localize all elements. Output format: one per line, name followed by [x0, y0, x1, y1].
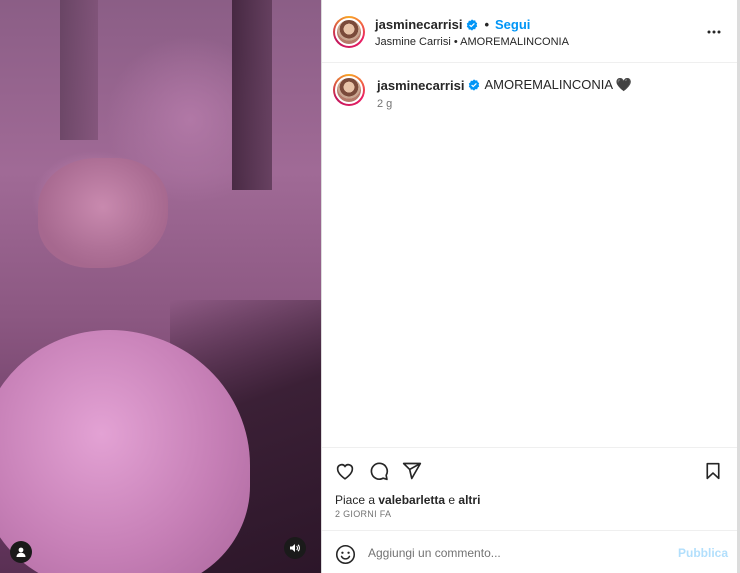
audio-button[interactable]: [284, 537, 306, 559]
likes-prefix: Piace a: [335, 493, 379, 507]
likes-others-link[interactable]: altri: [458, 493, 480, 507]
avatar[interactable]: [333, 16, 365, 48]
caption-timestamp[interactable]: 2 g: [377, 98, 392, 110]
media-background-detail: [232, 0, 272, 190]
post-header: jasminecarrisi • Segui Jasmine Carrisi •…: [322, 0, 738, 63]
media-hand-detail: [38, 158, 168, 268]
verified-badge-icon: [469, 79, 480, 91]
emoji-icon: [335, 544, 355, 564]
post-date[interactable]: 2 GIORNI FA: [335, 509, 391, 519]
like-button[interactable]: [334, 460, 356, 482]
caption-text: AMOREMALINCONIA 🖤: [484, 77, 633, 92]
publish-button[interactable]: Pubblica: [678, 546, 728, 560]
likes-summary: Piace a valebarletta e altri: [335, 493, 480, 507]
comment-bar: Pubblica: [322, 530, 738, 573]
post-audio-subtitle[interactable]: Jasmine Carrisi • AMOREMALINCONIA: [375, 36, 569, 48]
save-button[interactable]: [702, 460, 724, 482]
action-bar: [322, 447, 738, 487]
share-icon: [402, 462, 422, 480]
avatar-image: [335, 76, 363, 104]
liker-username[interactable]: valebarletta: [378, 493, 445, 507]
share-button[interactable]: [401, 460, 423, 482]
post-details-panel: jasminecarrisi • Segui Jasmine Carrisi •…: [321, 0, 738, 573]
audio-icon: [290, 544, 300, 552]
caption-line: jasminecarrisi AMOREMALINCONIA 🖤: [377, 77, 632, 93]
comment-input[interactable]: [368, 543, 658, 563]
separator-dot: •: [484, 17, 490, 32]
user-tag-icon: [16, 547, 26, 557]
emoji-button[interactable]: [334, 543, 356, 565]
avatar-image: [335, 18, 363, 46]
header-user-row: jasminecarrisi • Segui: [375, 17, 530, 32]
heart-icon: [336, 463, 354, 480]
media-background-detail: [60, 0, 98, 140]
more-options-icon: [707, 30, 721, 34]
verified-badge-icon: [467, 18, 478, 31]
comment-button[interactable]: [368, 460, 390, 482]
username-link[interactable]: jasminecarrisi: [375, 17, 462, 32]
follow-button[interactable]: Segui: [495, 17, 530, 32]
comment-icon: [370, 462, 389, 481]
bookmark-icon: [706, 462, 720, 480]
post-media[interactable]: [0, 0, 321, 573]
likes-middle: e: [445, 493, 459, 507]
more-options-button[interactable]: [705, 24, 723, 40]
caption-username[interactable]: jasminecarrisi: [377, 78, 464, 93]
avatar[interactable]: [333, 74, 365, 106]
user-tag-button[interactable]: [10, 541, 32, 563]
